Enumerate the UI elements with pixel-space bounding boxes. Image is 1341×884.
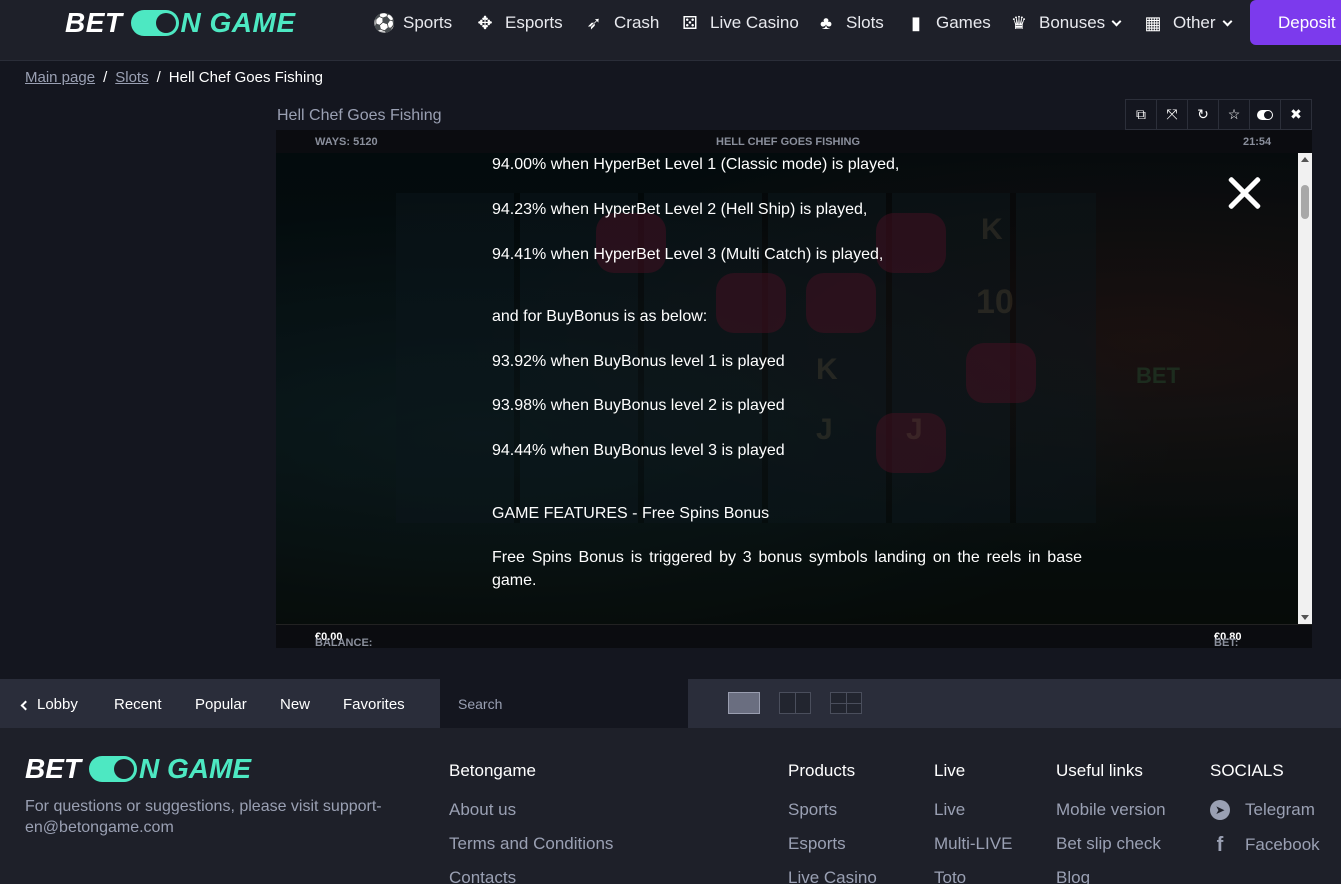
breadcrumb: Main page / Slots / Hell Chef Goes Fishi… <box>25 69 323 86</box>
nav-esports[interactable]: ✥ Esports <box>475 0 562 46</box>
footer-link[interactable]: Live Casino <box>788 868 877 884</box>
scroll-thumb[interactable] <box>1301 185 1309 219</box>
footer-heading-live: Live <box>934 761 966 780</box>
footer-heading-socials: SOCIALS <box>1210 761 1284 780</box>
rtp-line: 94.00% when HyperBet Level 1 (Classic mo… <box>492 156 900 173</box>
footer-link[interactable]: Toto <box>934 868 966 884</box>
nav-slots[interactable]: ♣ Slots <box>816 0 884 46</box>
breadcrumb-current: Hell Chef Goes Fishing <box>168 69 323 86</box>
footer-link[interactable]: Esports <box>788 834 846 854</box>
feature-description: Free Spins Bonus is triggered by 3 bonus… <box>492 549 1082 589</box>
info-scrollbar[interactable] <box>1298 153 1312 624</box>
game-toolbar: ⧉ ⤧ ↻ ☆ ✖ <box>1125 99 1312 130</box>
telegram-icon: ➤ <box>1210 800 1230 820</box>
rocket-icon: ➶ <box>586 13 602 33</box>
nav-other[interactable]: ▦ Other <box>1143 0 1232 46</box>
footer-link-telegram[interactable]: Telegram <box>1245 800 1315 820</box>
rtp-line: 94.23% when HyperBet Level 2 (Hell Ship)… <box>492 201 868 218</box>
reload-icon[interactable]: ↻ <box>1188 100 1219 129</box>
cards-icon: ▮ <box>911 13 921 33</box>
rtp-line: 93.98% when BuyBonus level 2 is played <box>492 397 785 414</box>
footer-link[interactable]: Sports <box>788 800 837 820</box>
rtp-line: 94.41% when HyperBet Level 3 (Multi Catc… <box>492 246 884 263</box>
support-text: For questions or suggestions, please vis… <box>25 798 382 836</box>
feature-heading: GAME FEATURES - Free Spins Bonus <box>492 505 770 522</box>
nav-sports[interactable]: ⚽ Sports <box>373 0 452 46</box>
game-status-top: WAYS: 5120 HELL CHEF GOES FISHING 21:54 <box>276 130 1312 153</box>
footer-logo[interactable]: BET N GAME <box>25 753 251 784</box>
close-info-icon[interactable] <box>1226 175 1262 211</box>
fullscreen-icon[interactable]: ⤧ <box>1157 100 1188 129</box>
ways-count: WAYS: 5120 <box>315 136 378 148</box>
footer-link-facebook[interactable]: Facebook <box>1245 835 1320 855</box>
tab-popular[interactable]: Popular <box>195 696 247 713</box>
crown-icon: ♛ <box>1010 13 1028 33</box>
nav-crash[interactable]: ➶ Crash <box>584 0 659 46</box>
tab-lobby[interactable]: Lobby <box>20 696 78 713</box>
rtp-line: 94.44% when BuyBonus level 3 is played <box>492 442 785 459</box>
facebook-icon: f <box>1216 834 1224 856</box>
footer-link[interactable]: About us <box>449 800 516 820</box>
grid-icon: ▦ <box>1144 13 1162 33</box>
footer-link[interactable]: Live <box>934 800 965 820</box>
tab-recent[interactable]: Recent <box>114 696 162 713</box>
footer-link[interactable]: Bet slip check <box>1056 834 1161 854</box>
clock: 21:54 <box>1243 136 1272 148</box>
cherry-icon: ♣ <box>820 13 832 33</box>
open-new-window-icon[interactable]: ⧉ <box>1126 100 1157 129</box>
footer-heading-betongame: Betongame <box>449 761 536 780</box>
footer-heading-useful-links: Useful links <box>1056 761 1143 780</box>
footer-link[interactable]: Blog <box>1056 868 1090 884</box>
toggle-icon[interactable] <box>1250 100 1281 129</box>
rtp-line: 93.92% when BuyBonus level 1 is played <box>492 353 785 370</box>
deposit-button[interactable]: Deposit <box>1250 0 1341 45</box>
view-single-icon[interactable] <box>728 692 760 714</box>
game-frame[interactable]: WAYS: 5120 HELL CHEF GOES FISHING 21:54 … <box>276 130 1312 649</box>
close-icon[interactable]: ✖ <box>1281 100 1311 129</box>
favorite-star-icon[interactable]: ☆ <box>1219 100 1250 129</box>
site-header: BET N GAME ⚽ Sports ✥ Esports ➶ Crash ⚄ … <box>0 0 1341 61</box>
logo-toggle-icon <box>130 10 179 36</box>
chevron-down-icon <box>1222 16 1232 26</box>
logo-toggle-icon <box>89 756 137 782</box>
balance: BALANCE: €0.00 <box>315 631 373 649</box>
breadcrumb-home[interactable]: Main page <box>25 69 95 86</box>
chevron-down-icon <box>1111 16 1122 26</box>
breadcrumb-slots[interactable]: Slots <box>115 69 148 86</box>
view-grid-icon[interactable] <box>830 692 862 714</box>
view-double-icon[interactable] <box>779 692 811 714</box>
scroll-up-icon[interactable] <box>1301 157 1309 162</box>
esports-icon: ✥ <box>477 13 493 33</box>
game-stage[interactable]: K 10 K J J BET 94.00% when HyperBet Leve… <box>276 153 1298 624</box>
chevron-left-icon <box>20 700 31 711</box>
nav-bonuses[interactable]: ♛ Bonuses <box>1009 0 1122 46</box>
game-name-label: HELL CHEF GOES FISHING <box>716 136 861 148</box>
footer-heading-products: Products <box>788 761 856 780</box>
game-title: Hell Chef Goes Fishing <box>277 107 442 124</box>
dice-icon: ⚄ <box>682 13 698 33</box>
site-logo[interactable]: BET N GAME <box>65 7 296 38</box>
footer-link[interactable]: Terms and Conditions <box>449 834 613 854</box>
tab-favorites[interactable]: Favorites <box>343 696 405 713</box>
logo-text-game: N GAME <box>180 7 296 38</box>
rtp-line: and for BuyBonus is as below: <box>492 308 708 325</box>
nav-live-casino[interactable]: ⚄ Live Casino <box>680 0 799 46</box>
scroll-down-icon[interactable] <box>1301 615 1309 620</box>
tab-new[interactable]: New <box>280 696 310 713</box>
nav-games[interactable]: ▮ Games <box>906 0 991 46</box>
soccer-ball-icon: ⚽ <box>373 13 396 33</box>
search-input[interactable]: Search <box>440 679 688 728</box>
bet: BET: €0.80 <box>1214 631 1242 649</box>
logo-text-bet: BET <box>65 7 123 38</box>
footer-link[interactable]: Multi-LIVE <box>934 834 1012 854</box>
footer-link[interactable]: Contacts <box>449 868 516 884</box>
footer-link[interactable]: Mobile version <box>1056 800 1166 820</box>
game-status-bottom: BALANCE: €0.00 BET: €0.80 <box>276 624 1312 649</box>
